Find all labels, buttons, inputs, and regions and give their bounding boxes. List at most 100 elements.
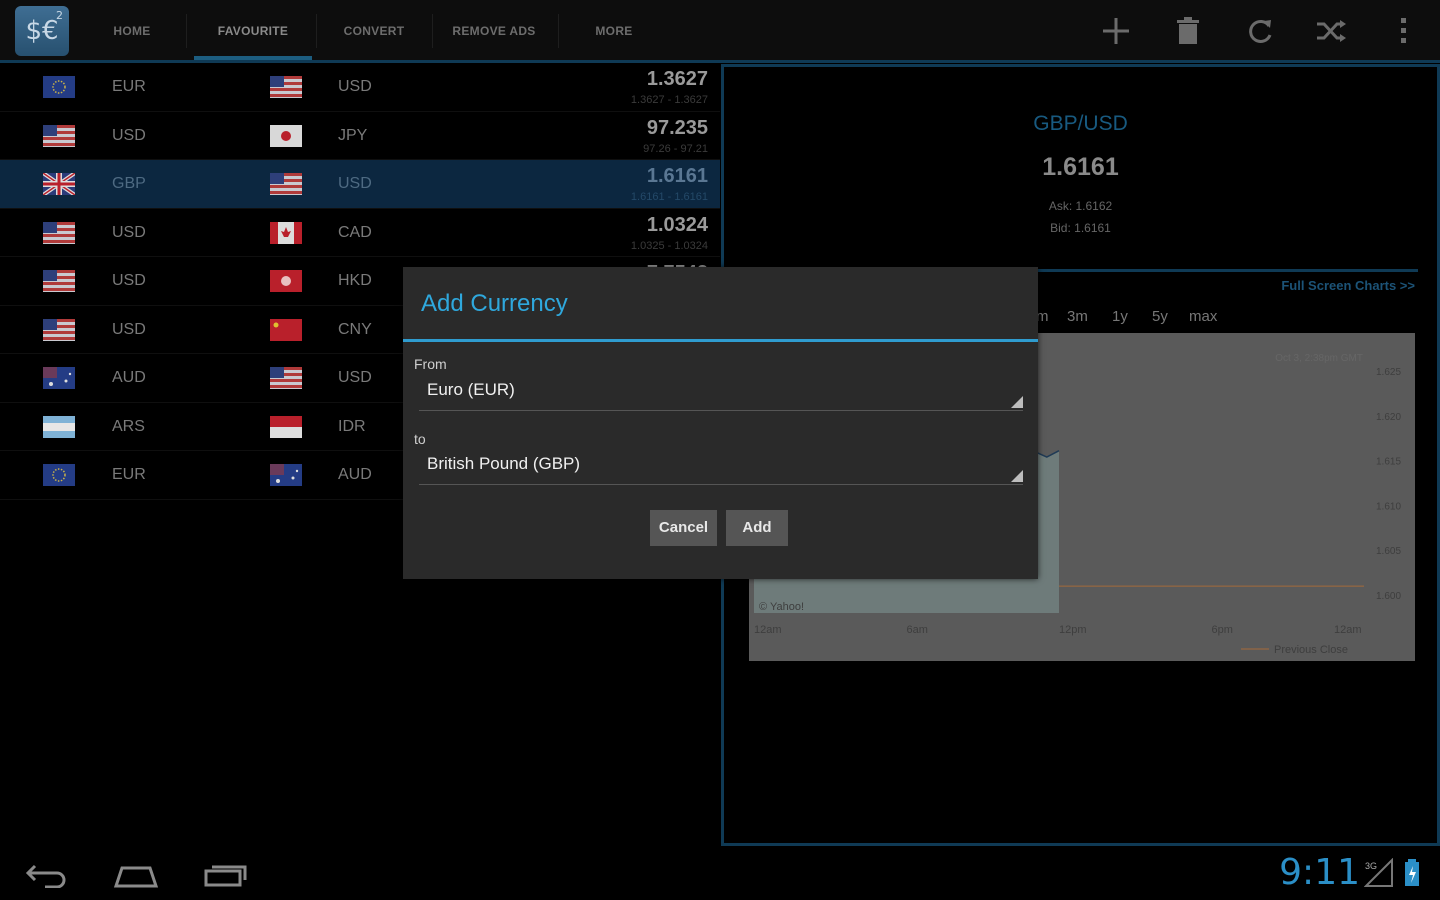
flag-eu-icon — [43, 464, 75, 486]
to-currency-code: AUD — [338, 466, 372, 483]
shuffle-icon — [1317, 20, 1346, 42]
battery-icon — [1405, 859, 1419, 886]
back-icon — [25, 864, 66, 888]
pair-ask: Ask: 1.6162 — [1048, 199, 1113, 213]
refresh-button[interactable] — [1238, 10, 1282, 52]
to-currency-code: CAD — [338, 223, 372, 241]
trash-icon — [1177, 17, 1199, 44]
tab-more[interactable]: MORE — [584, 0, 644, 60]
pair-rate: 1.6161 — [1042, 153, 1119, 181]
pair-rate-range: 1.0325 - 1.0324 — [630, 239, 708, 252]
from-currency-value: Euro (EUR) — [427, 380, 515, 399]
to-currency-select[interactable]: British Pound (GBP) — [419, 445, 1023, 485]
currency-pair-row[interactable]: GBP USD 1.6161 1.6161 - 1.6161 — [0, 160, 720, 209]
tab-divider — [558, 14, 559, 48]
currency-pair-row[interactable]: USD CAD 1.0324 1.0325 - 1.0324 — [0, 209, 720, 257]
tab-favourite[interactable]: FAVOURITE — [194, 0, 312, 60]
flag-hk-icon — [270, 270, 302, 292]
from-currency-code: ARS — [112, 417, 145, 435]
to-currency-code: CNY — [338, 320, 372, 338]
app-icon-text: $€ — [25, 16, 59, 46]
flag-us-icon — [43, 318, 75, 341]
y-tick-label: 1.615 — [1376, 457, 1401, 468]
full-screen-charts-link[interactable]: Full Screen Charts >> — [1281, 278, 1415, 293]
dropdown-arrow-icon — [1011, 470, 1023, 482]
flag-au-icon — [270, 464, 302, 486]
pair-rate-range: 1.3627 - 1.3627 — [630, 94, 708, 106]
overflow-menu-button[interactable] — [1382, 10, 1426, 52]
tab-convert[interactable]: CONVERT — [330, 0, 418, 60]
flag-ar-icon — [43, 415, 75, 438]
pair-bid: Bid: 1.6161 — [1050, 221, 1111, 235]
add-icon — [1103, 18, 1129, 44]
tab-divider — [186, 14, 187, 48]
tab-home[interactable]: HOME — [92, 0, 172, 60]
y-tick-label: 1.605 — [1376, 546, 1401, 557]
add-button[interactable] — [1094, 10, 1138, 52]
pair-rate-value: 1.0324 — [646, 213, 708, 236]
add-button[interactable]: Add — [726, 510, 788, 546]
x-tick-label: 12pm — [1059, 624, 1087, 636]
from-currency-code: USD — [112, 126, 146, 144]
x-tick-label: 12am — [1334, 624, 1362, 636]
from-currency-code: EUR — [112, 466, 146, 483]
y-tick-label: 1.610 — [1376, 501, 1401, 512]
range-button-max[interactable]: max — [1189, 308, 1217, 325]
action-bar: $€ 2 HOME FAVOURITE CONVERT REMOVE ADS MO… — [0, 0, 1440, 63]
from-currency-select[interactable]: Euro (EUR) — [419, 371, 1023, 411]
flag-cn-icon — [270, 318, 302, 341]
pair-rate-range: 1.6161 - 1.6161 — [630, 191, 708, 203]
tab-divider — [432, 14, 433, 48]
to-currency-code: HKD — [338, 272, 372, 289]
flag-us-icon — [43, 124, 75, 147]
delete-button[interactable] — [1166, 10, 1210, 52]
to-currency-code: USD — [338, 78, 372, 95]
to-currency-code: USD — [338, 369, 372, 386]
range-button-1y[interactable]: 1y — [1112, 308, 1128, 325]
pair-rate-value: 1.6161 — [646, 165, 708, 187]
to-currency-value: British Pound (GBP) — [427, 454, 581, 473]
pair-title: GBP/USD — [1033, 112, 1128, 135]
range-button-3m[interactable]: 3m — [1067, 308, 1088, 325]
dialog-title-divider — [403, 339, 1038, 342]
flag-gb-icon — [43, 173, 75, 195]
chart-credit: © Yahoo! — [759, 601, 804, 613]
from-currency-code: EUR — [112, 78, 146, 95]
svg-text:3G: 3G — [1365, 861, 1377, 871]
app-icon-sup: 2 — [56, 9, 63, 22]
x-tick-label: 6pm — [1212, 624, 1233, 636]
refresh-icon — [1249, 19, 1272, 43]
pair-rate-value: 97.235 — [646, 116, 708, 139]
legend-label: Previous Close — [1274, 644, 1348, 656]
flag-us-icon — [270, 367, 302, 389]
tab-divider — [316, 14, 317, 48]
system-nav-bar: 9:11 3G — [0, 848, 1440, 900]
pair-rate-range: 97.26 - 97.21 — [643, 142, 708, 155]
y-tick-label: 1.600 — [1376, 591, 1401, 602]
currency-pair-row[interactable]: USD JPY 97.235 97.26 - 97.21 — [0, 112, 720, 160]
pair-rate-value: 1.3627 — [646, 68, 708, 90]
from-currency-code: AUD — [112, 369, 146, 386]
range-button-5y[interactable]: 5y — [1152, 308, 1168, 325]
to-currency-code: IDR — [338, 417, 366, 435]
recents-button[interactable] — [196, 858, 256, 892]
x-tick-label: 12am — [754, 624, 782, 636]
from-currency-code: GBP — [112, 175, 146, 192]
back-button[interactable] — [16, 858, 76, 892]
app-icon[interactable]: $€ 2 — [15, 6, 69, 56]
from-currency-code: USD — [112, 272, 146, 289]
flag-ca-icon — [270, 221, 302, 244]
cancel-button[interactable]: Cancel — [650, 510, 717, 546]
dropdown-arrow-icon — [1011, 396, 1023, 408]
overflow-menu-icon — [1401, 18, 1406, 43]
home-button[interactable] — [106, 858, 166, 892]
flag-au-icon — [43, 367, 75, 389]
recents-icon — [204, 865, 247, 887]
currency-pair-row[interactable]: EUR USD 1.3627 1.3627 - 1.3627 — [0, 63, 720, 112]
to-currency-code: USD — [338, 175, 372, 192]
shuffle-button[interactable] — [1309, 10, 1353, 52]
flag-us-icon — [43, 270, 75, 292]
tab-remove-ads[interactable]: REMOVE ADS — [444, 0, 544, 60]
y-tick-label: 1.625 — [1376, 367, 1401, 378]
status-clock: 9:11 — [1279, 852, 1360, 893]
